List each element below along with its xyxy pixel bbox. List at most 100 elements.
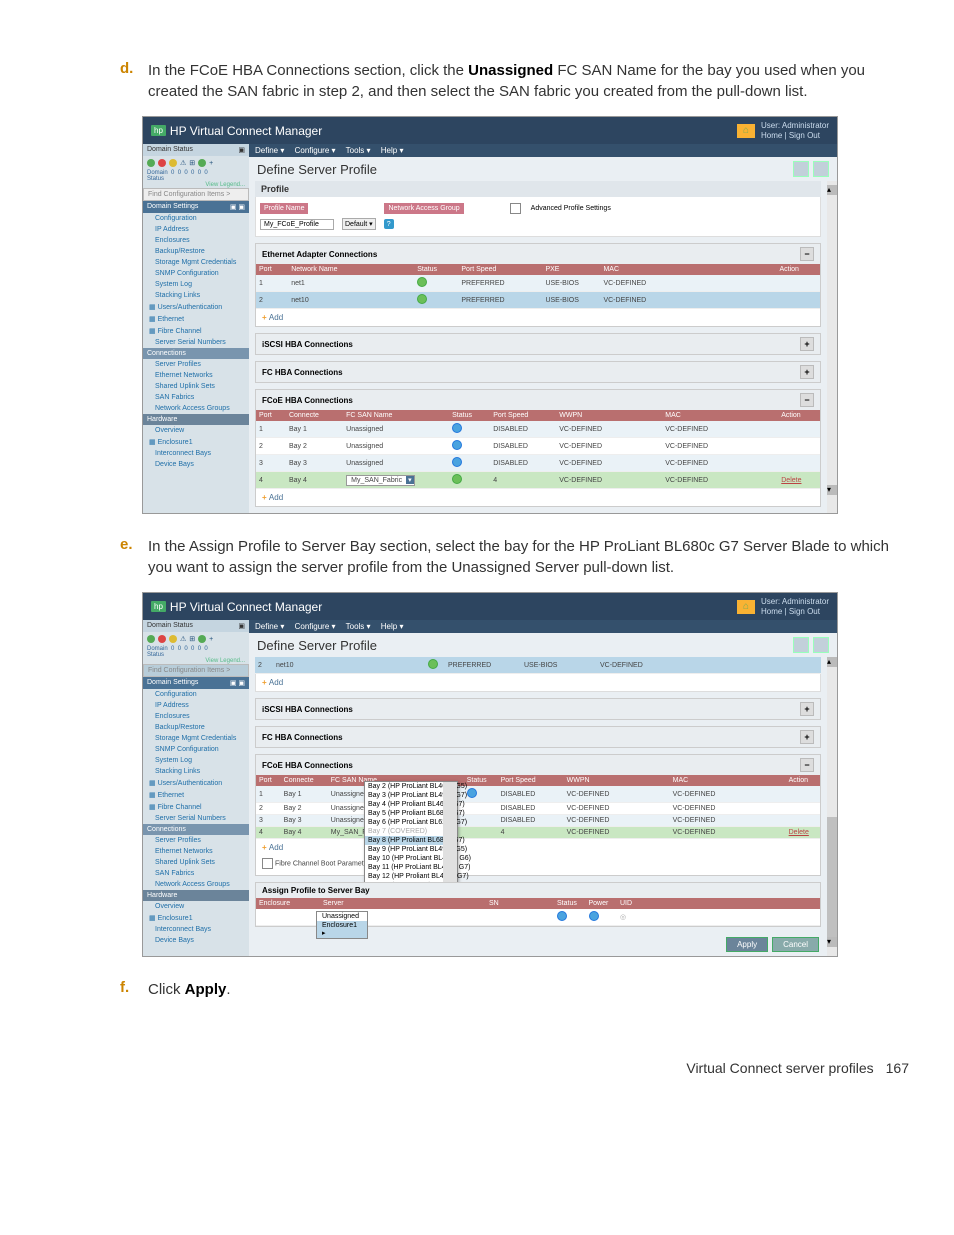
- sb-backup[interactable]: Backup/Restore: [143, 722, 249, 733]
- help-icon[interactable]: [813, 161, 829, 177]
- sb-users[interactable]: ▦ Users/Authentication: [143, 301, 249, 313]
- home-icon[interactable]: ⌂: [737, 600, 755, 614]
- expand-icon[interactable]: +: [800, 702, 814, 716]
- menu-tools[interactable]: Tools ▾: [346, 146, 371, 155]
- home-icon[interactable]: ⌂: [737, 124, 755, 138]
- sb-syslog[interactable]: System Log: [143, 279, 249, 290]
- sb-san-fabrics[interactable]: SAN Fabrics: [143, 392, 249, 403]
- menu-configure[interactable]: Configure ▾: [295, 622, 336, 631]
- fcoe-row-2[interactable]: 2Bay 2UnassignedDISABLEDVC-DEFINEDVC-DEF…: [256, 803, 820, 815]
- sb-devicebays[interactable]: Device Bays: [143, 459, 249, 470]
- sb-domain-settings[interactable]: Domain Settings▣ ▣: [143, 677, 249, 689]
- sb-domain-settings[interactable]: Domain Settings▣ ▣: [143, 201, 249, 213]
- sb-ipaddress[interactable]: IP Address: [143, 700, 249, 711]
- sb-syslog[interactable]: System Log: [143, 755, 249, 766]
- sb-storage-cred[interactable]: Storage Mgmt Credentials: [143, 257, 249, 268]
- sb-snmp[interactable]: SNMP Configuration: [143, 744, 249, 755]
- sb-devicebays[interactable]: Device Bays: [143, 935, 249, 946]
- sb-stacking[interactable]: Stacking Links: [143, 290, 249, 301]
- cancel-button[interactable]: Cancel: [772, 937, 819, 952]
- sb-fibre[interactable]: ▦ Fibre Channel: [143, 325, 249, 337]
- sb-server-profiles[interactable]: Server Profiles: [143, 359, 249, 370]
- popup-enclosure1[interactable]: Enclosure1 ▸: [317, 921, 367, 938]
- sb-ethernet[interactable]: ▦ Ethernet: [143, 789, 249, 801]
- sb-enclosure[interactable]: ▦ Enclosure1: [143, 912, 249, 924]
- fc-boot-checkbox[interactable]: [262, 858, 273, 869]
- expand-icon[interactable]: +: [800, 337, 814, 351]
- sb-enclosures[interactable]: Enclosures: [143, 235, 249, 246]
- fcoe-row-3[interactable]: 3Bay 3UnassignedDISABLEDVC-DEFINEDVC-DEF…: [256, 455, 820, 472]
- home-signout-link[interactable]: Home | Sign Out: [761, 607, 820, 616]
- collapse-icon[interactable]: −: [800, 393, 814, 407]
- menu-help[interactable]: Help ▾: [381, 146, 404, 155]
- profile-name-input[interactable]: My_FCoE_Profile: [260, 219, 334, 230]
- collapse-icon[interactable]: −: [800, 247, 814, 261]
- server-select-popup[interactable]: Unassigned Enclosure1 ▸: [316, 911, 368, 939]
- delete-link[interactable]: Delete: [781, 477, 801, 484]
- menu-help[interactable]: Help ▾: [381, 622, 404, 631]
- sb-hardware[interactable]: Hardware: [143, 414, 249, 425]
- find-config-input[interactable]: Find Configuration Items >: [143, 188, 249, 201]
- sb-ipaddress[interactable]: IP Address: [143, 224, 249, 235]
- print-icon[interactable]: [793, 637, 809, 653]
- fcoe-row-3[interactable]: 3Bay 3UnassignedDISABLEDVC-DEFINEDVC-DEF…: [256, 815, 820, 827]
- sb-configuration[interactable]: Configuration: [143, 689, 249, 700]
- sb-enclosure[interactable]: ▦ Enclosure1: [143, 436, 249, 448]
- sb-net-access-groups[interactable]: Network Access Groups: [143, 403, 249, 414]
- menu-define[interactable]: Define ▾: [255, 622, 284, 631]
- fcoe-row-4[interactable]: 4Bay 4My_SAN_Fabric4VC-DEFINEDVC-DEFINED…: [256, 827, 820, 839]
- sb-net-access-groups[interactable]: Network Access Groups: [143, 879, 249, 890]
- sb-stacking[interactable]: Stacking Links: [143, 766, 249, 777]
- expand-icon[interactable]: +: [800, 365, 814, 379]
- sb-eth-networks[interactable]: Ethernet Networks: [143, 370, 249, 381]
- fcoe-row-1[interactable]: 1Bay 1UnassignedDISABLEDVC-DEFINEDVC-DEF…: [256, 786, 820, 803]
- apply-button[interactable]: Apply: [726, 937, 768, 952]
- delete-link[interactable]: Delete: [789, 829, 809, 836]
- scrollbar[interactable]: ▴▾: [827, 181, 837, 513]
- scrollbar[interactable]: ▴▾: [827, 657, 837, 956]
- eth-row-2[interactable]: 2net10PREFERREDUSE-BIOSVC-DEFINED: [255, 657, 821, 674]
- print-icon[interactable]: [793, 161, 809, 177]
- fcoe-row-1[interactable]: 1Bay 1UnassignedDISABLEDVC-DEFINEDVC-DEF…: [256, 421, 820, 438]
- eth-row-1[interactable]: 1net1PREFERREDUSE-BIOSVC-DEFINED: [256, 275, 820, 292]
- question-icon[interactable]: ?: [384, 219, 394, 229]
- collapse-icon[interactable]: −: [800, 758, 814, 772]
- sb-serials[interactable]: Server Serial Numbers: [143, 813, 249, 824]
- sb-server-profiles[interactable]: Server Profiles: [143, 835, 249, 846]
- sb-interconnect[interactable]: Interconnect Bays: [143, 924, 249, 935]
- sb-backup[interactable]: Backup/Restore: [143, 246, 249, 257]
- menu-configure[interactable]: Configure ▾: [295, 146, 336, 155]
- sb-fibre[interactable]: ▦ Fibre Channel: [143, 801, 249, 813]
- sb-overview[interactable]: Overview: [143, 425, 249, 436]
- fcoe-row-2[interactable]: 2Bay 2UnassignedDISABLEDVC-DEFINEDVC-DEF…: [256, 438, 820, 455]
- find-config-input[interactable]: Find Configuration Items >: [143, 664, 249, 677]
- menu-define[interactable]: Define ▾: [255, 146, 284, 155]
- sb-configuration[interactable]: Configuration: [143, 213, 249, 224]
- home-signout-link[interactable]: Home | Sign Out: [761, 131, 820, 140]
- sb-connections[interactable]: Connections: [143, 824, 249, 835]
- sb-interconnect[interactable]: Interconnect Bays: [143, 448, 249, 459]
- fcoe-add-button[interactable]: Add: [256, 489, 820, 506]
- sb-users[interactable]: ▦ Users/Authentication: [143, 777, 249, 789]
- fcoe-row-4[interactable]: 4Bay 4My_SAN_Fabric▾4VC-DEFINEDVC-DEFINE…: [256, 472, 820, 489]
- eth-row-2[interactable]: 2net10PREFERREDUSE-BIOSVC-DEFINED: [256, 292, 820, 309]
- sb-hardware[interactable]: Hardware: [143, 890, 249, 901]
- popup-unassigned[interactable]: Unassigned: [317, 912, 367, 921]
- fcoe-add-button[interactable]: Add: [256, 839, 820, 856]
- help-icon[interactable]: [813, 637, 829, 653]
- sb-serials[interactable]: Server Serial Numbers: [143, 337, 249, 348]
- fcoe-san-select[interactable]: My_SAN_Fabric▾: [346, 475, 414, 486]
- expand-icon[interactable]: +: [800, 730, 814, 744]
- sb-storage-cred[interactable]: Storage Mgmt Credentials: [143, 733, 249, 744]
- adv-checkbox[interactable]: [510, 203, 521, 214]
- menu-tools[interactable]: Tools ▾: [346, 622, 371, 631]
- sb-eth-networks[interactable]: Ethernet Networks: [143, 846, 249, 857]
- sb-enclosures[interactable]: Enclosures: [143, 711, 249, 722]
- nag-select[interactable]: Default ▾: [342, 218, 376, 230]
- sb-overview[interactable]: Overview: [143, 901, 249, 912]
- sb-shared-uplink[interactable]: Shared Uplink Sets: [143, 381, 249, 392]
- sb-shared-uplink[interactable]: Shared Uplink Sets: [143, 857, 249, 868]
- sb-san-fabrics[interactable]: SAN Fabrics: [143, 868, 249, 879]
- sb-ethernet[interactable]: ▦ Ethernet: [143, 313, 249, 325]
- sb-snmp[interactable]: SNMP Configuration: [143, 268, 249, 279]
